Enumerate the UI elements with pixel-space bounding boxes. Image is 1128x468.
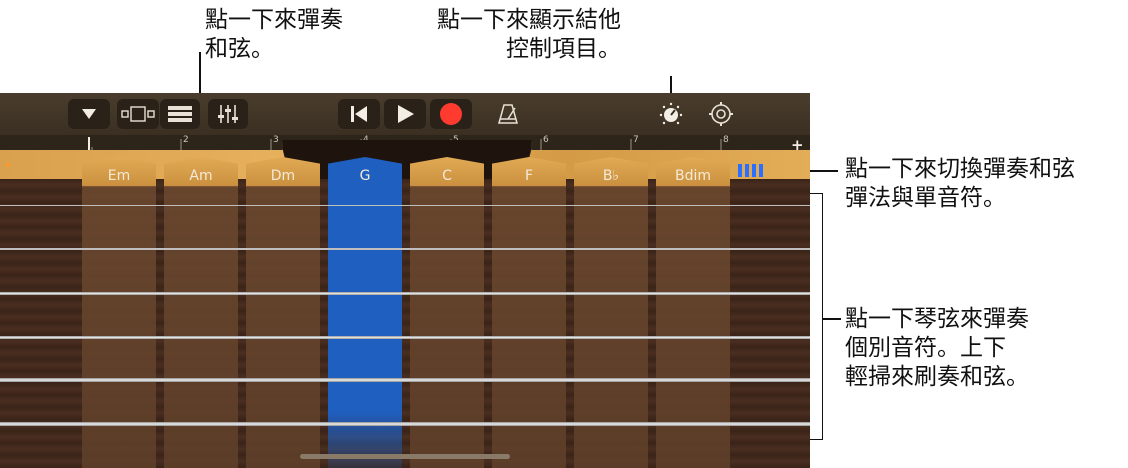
- chord-strip-6[interactable]: F: [492, 93, 566, 468]
- string-1[interactable]: [0, 205, 810, 206]
- chord-label: G: [359, 168, 371, 184]
- string-6[interactable]: [0, 422, 810, 426]
- chord-strip-4[interactable]: G: [328, 93, 402, 468]
- callout-play-strings-bracket: [810, 193, 823, 440]
- chord-label: Em: [107, 168, 131, 184]
- chord-strip-icon: [738, 164, 763, 177]
- callout-strum-chords: 點一下來彈奏 和弦。: [205, 7, 343, 62]
- callout-guitar-controls: 點一下來顯示結他 控制項目。: [437, 7, 621, 62]
- callout-switch-mode: 點一下來切換彈奏和弦 彈法與單音符。: [845, 156, 1075, 211]
- chord-label: B♭: [602, 168, 620, 184]
- string-4[interactable]: [0, 336, 810, 339]
- guitar-app: 2 3 4 5 6 7 8 + EmAmDmGCFB♭Bdim: [0, 93, 810, 468]
- chord-strip-mode-button[interactable]: [736, 161, 764, 179]
- chord-label: Bdim: [674, 168, 712, 184]
- chord-label: F: [524, 168, 534, 184]
- chord-strip-3[interactable]: Dm: [246, 93, 320, 468]
- callout-play-strings-leader: [823, 318, 841, 320]
- chord-strip-7[interactable]: B♭: [574, 93, 648, 468]
- string-3[interactable]: [0, 292, 810, 295]
- home-indicator: [300, 454, 510, 459]
- chord-strip-1[interactable]: Em: [82, 93, 156, 468]
- string-2[interactable]: [0, 248, 810, 250]
- callout-play-strings: 點一下琴弦來彈奏 個別音符。上下 輕掃來刷奏和弦。: [845, 306, 1029, 390]
- chord-label: Am: [189, 168, 213, 184]
- chord-label: C: [442, 168, 452, 184]
- string-5[interactable]: [0, 378, 810, 382]
- chord-strip-2[interactable]: Am: [164, 93, 238, 468]
- chord-strip-5[interactable]: C: [410, 93, 484, 468]
- chord-label: Dm: [270, 168, 296, 184]
- chord-strip-8[interactable]: Bdim: [656, 93, 730, 468]
- indicator-dot: [6, 163, 10, 167]
